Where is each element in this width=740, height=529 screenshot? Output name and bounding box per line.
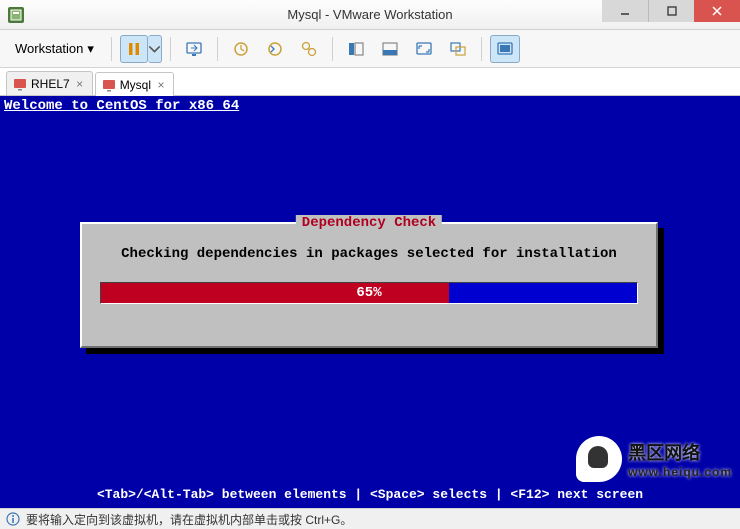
progress-label: 65% [101,283,637,303]
toolbar-separator [111,37,112,61]
tab-rhel7[interactable]: RHEL7 × [6,71,93,95]
chevron-down-icon: ▾ [87,41,94,57]
toolbar-separator [481,37,482,61]
snapshot-manager-button[interactable] [294,35,324,63]
snapshot-revert-button[interactable] [260,35,290,63]
workstation-menu[interactable]: Workstation ▾ [6,37,103,61]
fullscreen-button[interactable] [409,35,439,63]
watermark-logo-icon [576,436,622,482]
show-thumbnails-button[interactable] [375,35,405,63]
main-toolbar: Workstation ▾ [0,30,740,68]
pause-vm-button[interactable] [120,35,148,63]
minimize-button[interactable] [602,0,648,22]
window-titlebar: Mysql - VMware Workstation [0,0,740,30]
tab-label: Mysql [120,78,151,92]
send-ctrl-alt-del-button[interactable] [179,35,209,63]
toolbar-separator [170,37,171,61]
progress-bar: 65% [100,282,638,304]
vm-icon [102,78,116,92]
dependency-check-dialog: Dependency Check Checking dependencies i… [80,222,658,348]
console-view-button[interactable] [490,35,520,63]
pause-vm-dropdown[interactable] [148,35,162,63]
vm-console[interactable]: Welcome to CentOS for x86_64 Dependency … [0,96,740,508]
app-icon [8,7,24,23]
maximize-button[interactable] [648,0,694,22]
close-icon[interactable]: × [74,78,86,90]
status-bar: 要将输入定向到该虚拟机，请在虚拟机内部单击或按 Ctrl+G。 [0,508,740,529]
tab-mysql[interactable]: Mysql × [95,72,174,96]
dialog-message: Checking dependencies in packages select… [82,246,656,262]
tab-strip: RHEL7 × Mysql × [0,68,740,96]
toolbar-separator [217,37,218,61]
show-library-button[interactable] [341,35,371,63]
dialog-title: Dependency Check [296,215,442,231]
window-controls [602,0,740,22]
watermark-line1: 黑区网络 [628,439,732,465]
welcome-text: Welcome to CentOS for x86_64 [4,98,239,114]
workstation-menu-label: Workstation [15,41,83,56]
tab-label: RHEL7 [31,77,70,91]
status-text: 要将输入定向到该虚拟机，请在虚拟机内部单击或按 Ctrl+G。 [26,511,352,528]
vm-icon [13,77,27,91]
snapshot-take-button[interactable] [226,35,256,63]
watermark-line2: www.heiqu.com [628,465,732,479]
toolbar-separator [332,37,333,61]
help-text: <Tab>/<Alt-Tab> between elements | <Spac… [0,487,740,502]
unity-mode-button[interactable] [443,35,473,63]
close-button[interactable] [694,0,740,22]
close-icon[interactable]: × [155,79,167,91]
watermark: 黑区网络 www.heiqu.com [576,436,732,482]
info-icon [6,512,20,526]
